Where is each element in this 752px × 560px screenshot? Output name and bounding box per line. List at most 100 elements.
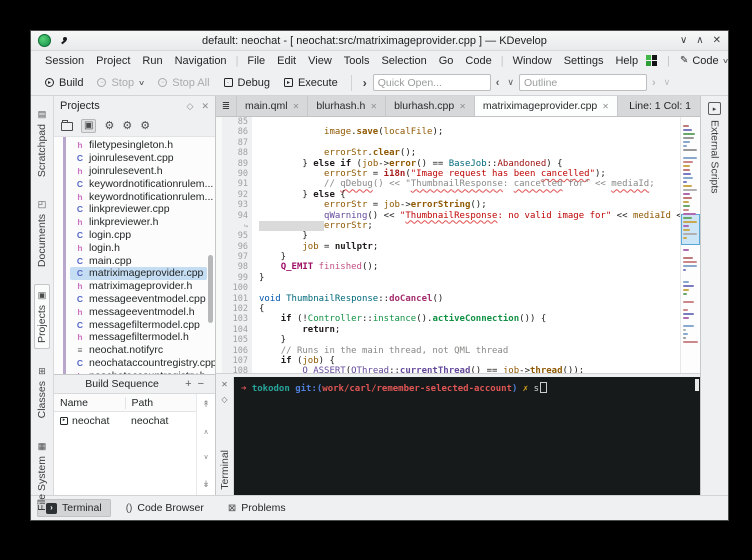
- debug-button[interactable]: ·Debug: [218, 74, 276, 92]
- project-file-tree[interactable]: hfiletypesingleton.hCjoinrulesevent.cpph…: [54, 136, 215, 374]
- outline-input[interactable]: [519, 74, 647, 91]
- menu-session[interactable]: Session: [39, 54, 90, 68]
- tree-scrollbar[interactable]: [208, 255, 213, 323]
- menu-tools[interactable]: Tools: [338, 54, 376, 68]
- tree-item-matriximageprovider-h[interactable]: hmatriximageprovider.h: [70, 280, 207, 293]
- tree-item-keywordnotificationrulem-[interactable]: hkeywordnotificationrulem...: [70, 190, 207, 203]
- tree-item-neochataccountregistry-cpp[interactable]: Cneochataccountregistry.cpp: [70, 357, 207, 370]
- terminal-detach-icon[interactable]: ◇: [221, 395, 227, 404]
- move-top-button[interactable]: ↟: [202, 399, 210, 410]
- menu-view[interactable]: View: [302, 54, 338, 68]
- close-button[interactable]: ✕: [713, 35, 721, 46]
- file-type-icon: ≡: [76, 345, 84, 355]
- activities-grid-icon[interactable]: [646, 55, 657, 66]
- close-panel-icon[interactable]: ✕: [201, 101, 209, 112]
- terminal-output[interactable]: ➜ tokodon git:(work/carl/remember-select…: [234, 377, 700, 495]
- move-up-button[interactable]: ∧: [203, 428, 208, 436]
- code-line: 107 if (job) {: [216, 356, 680, 366]
- tree-item-neochat-notifyrc[interactable]: ≡neochat.notifyrc: [70, 344, 207, 357]
- remove-build-item-button[interactable]: −: [195, 378, 207, 390]
- build-button[interactable]: ▸Build: [39, 74, 89, 92]
- tab-close-icon[interactable]: ✕: [459, 102, 466, 111]
- toolbar-expand-icon[interactable]: ›: [359, 76, 371, 90]
- tab-close-icon[interactable]: ✕: [370, 102, 377, 111]
- menu-go[interactable]: Go: [433, 54, 460, 68]
- editor-tabbar: ≣ main.qml✕blurhash.h✕blurhash.cpp✕matri…: [216, 96, 700, 117]
- editor-body[interactable]: 8586 image.save(localFile);8788 errorStr…: [216, 117, 700, 373]
- minimap-line: [683, 225, 689, 227]
- tab-blurhash-cpp[interactable]: blurhash.cpp✕: [386, 96, 475, 116]
- gear-reload-icon[interactable]: ⚙: [122, 121, 132, 132]
- titlebar[interactable]: default: neochat - [ neochat:src/matrixi…: [31, 31, 728, 51]
- tree-item-messagefiltermodel-h[interactable]: hmessagefiltermodel.h: [70, 331, 207, 344]
- tab-blurhash-h[interactable]: blurhash.h✕: [308, 96, 386, 116]
- menu-project[interactable]: Project: [90, 54, 136, 68]
- menu-navigation[interactable]: Navigation: [169, 54, 233, 68]
- minimize-button[interactable]: ∨: [680, 35, 687, 46]
- tree-item-joinrulesevent-cpp[interactable]: Cjoinrulesevent.cpp: [70, 152, 207, 165]
- float-panel-icon[interactable]: ◇: [187, 101, 194, 112]
- tree-item-matriximageprovider-cpp[interactable]: Cmatriximageprovider.cpp: [70, 267, 207, 280]
- outline-dropdown-icon[interactable]: ∨: [504, 77, 517, 88]
- tree-item-neochataccountregistry-h[interactable]: hneochataccountregistry.h: [70, 369, 207, 374]
- gear-filter-icon[interactable]: ⚙: [140, 121, 150, 132]
- tree-item-keywordnotificationrulem-[interactable]: Ckeywordnotificationrulem...: [70, 177, 207, 190]
- column-header-path[interactable]: Path: [126, 397, 197, 409]
- tab-main-qml[interactable]: main.qml✕: [237, 96, 308, 116]
- quick-open-input[interactable]: [373, 74, 491, 91]
- build-sequence-row[interactable]: ▸neochatneochat: [54, 412, 196, 429]
- gear-icon[interactable]: ⚙: [104, 121, 114, 132]
- build-sequence-table[interactable]: NamePath ▸neochatneochat: [54, 394, 196, 495]
- terminal-close-icon[interactable]: ✕: [221, 380, 228, 389]
- menu-run[interactable]: Run: [136, 54, 168, 68]
- sidebar-item-documents[interactable]: ◰Documents: [35, 194, 49, 272]
- column-header-name[interactable]: Name: [54, 397, 126, 409]
- statusbar-problems[interactable]: ⊠Problems: [219, 499, 295, 517]
- tree-item-login-cpp[interactable]: Clogin.cpp: [70, 229, 207, 242]
- add-build-item-button[interactable]: +: [182, 378, 194, 390]
- tree-item-linkpreviewer-cpp[interactable]: Clinkpreviewer.cpp: [70, 203, 207, 216]
- tree-item-joinrulesevent-h[interactable]: hjoinrulesevent.h: [70, 165, 207, 178]
- tab-external-scripts[interactable]: External Scripts: [709, 120, 721, 194]
- terminal-scrollbar[interactable]: [695, 379, 699, 391]
- maximize-button[interactable]: ∧: [696, 35, 703, 46]
- minimap-line: [683, 185, 692, 187]
- menu-window[interactable]: Window: [507, 54, 558, 68]
- tree-item-filetypesingleton-h[interactable]: hfiletypesingleton.h: [70, 139, 207, 152]
- file-type-icon: C: [76, 358, 84, 368]
- sidebar-item-file-system[interactable]: ▦File System: [35, 436, 49, 516]
- document-list-icon[interactable]: ≣: [216, 96, 237, 116]
- menu-file[interactable]: File: [241, 54, 271, 68]
- tab-close-icon[interactable]: ✕: [293, 102, 300, 111]
- menu-settings[interactable]: Settings: [558, 54, 610, 68]
- tree-item-login-h[interactable]: hlogin.h: [70, 241, 207, 254]
- statusbar-code-browser[interactable]: ()Code Browser: [117, 499, 213, 517]
- show-targets-icon[interactable]: ▣: [81, 119, 96, 133]
- menu-selection[interactable]: Selection: [375, 54, 432, 68]
- tab-matriximageprovider-cpp[interactable]: matriximageprovider.cpp✕: [475, 96, 618, 116]
- menu-code[interactable]: Code: [459, 54, 497, 68]
- code-menu-button[interactable]: ✎ Code ∨: [680, 55, 728, 67]
- tree-item-messageeventmodel-cpp[interactable]: Cmessageeventmodel.cpp: [70, 293, 207, 306]
- execute-button[interactable]: ▸Execute: [278, 74, 344, 92]
- sidebar-item-projects[interactable]: ▣Projects: [34, 284, 50, 349]
- sidebar-item-classes[interactable]: ⊞Classes: [35, 361, 49, 423]
- classes-icon: ⊞: [38, 366, 46, 377]
- move-down-button[interactable]: ∨: [203, 453, 208, 461]
- sidebar-item-scratchpad[interactable]: ▤Scratchpad: [35, 104, 49, 182]
- tree-item-linkpreviewer-h[interactable]: hlinkpreviewer.h: [70, 216, 207, 229]
- line-number: 105: [216, 335, 252, 345]
- outline-prev-button[interactable]: ‹: [493, 77, 503, 89]
- minimap[interactable]: [680, 117, 700, 373]
- code-editor[interactable]: 8586 image.save(localFile);8788 errorStr…: [216, 117, 680, 373]
- statusbar-terminal[interactable]: ›Terminal: [37, 499, 111, 517]
- tree-item-messageeventmodel-h[interactable]: hmessageeventmodel.h: [70, 305, 207, 318]
- open-project-icon[interactable]: [61, 122, 73, 131]
- tree-item-messagefiltermodel-cpp[interactable]: Cmessagefiltermodel.cpp: [70, 318, 207, 331]
- line-number: 93: [216, 200, 252, 210]
- move-bottom-button[interactable]: ↡: [202, 479, 210, 490]
- tab-close-icon[interactable]: ✕: [602, 102, 609, 111]
- tree-item-main-cpp[interactable]: Cmain.cpp: [70, 254, 207, 267]
- menu-edit[interactable]: Edit: [271, 54, 302, 68]
- menu-help[interactable]: Help: [609, 54, 644, 68]
